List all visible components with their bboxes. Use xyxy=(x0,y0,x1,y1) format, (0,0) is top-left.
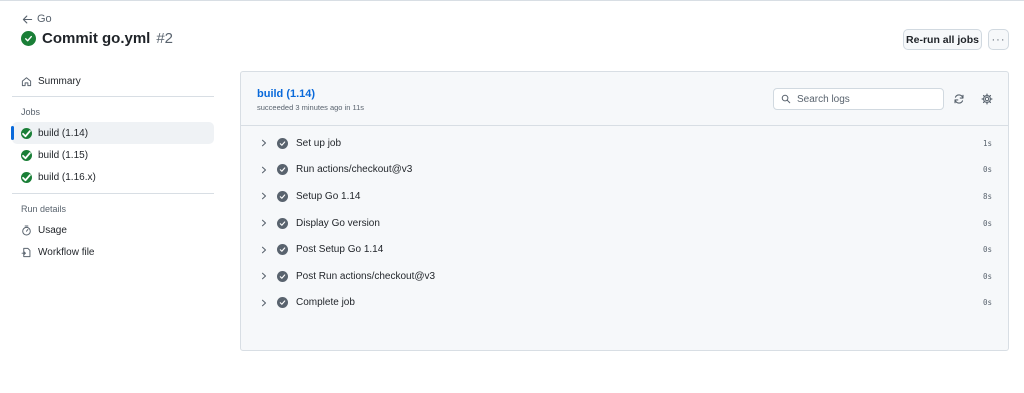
page-title: Commit go.yml xyxy=(42,30,151,47)
check-circle-icon xyxy=(21,31,36,46)
check-circle-icon xyxy=(277,297,288,309)
sidebar-item-label: build (1.16.x) xyxy=(38,171,96,183)
jobs-heading: Jobs xyxy=(21,107,41,117)
settings-button[interactable] xyxy=(979,91,995,107)
run-details-heading: Run details xyxy=(21,204,67,214)
sidebar-item-label: Usage xyxy=(38,224,67,236)
workflow-file-icon xyxy=(21,247,31,257)
chevron-right-icon xyxy=(260,219,268,227)
job-header: build (1.14) succeeded 3 minutes ago in … xyxy=(241,72,1008,126)
top-divider xyxy=(0,0,1024,1)
step-duration: 0s xyxy=(982,218,992,228)
step-duration: 0s xyxy=(982,245,992,255)
step-duration: 0s xyxy=(982,271,992,281)
check-circle-icon xyxy=(21,171,32,183)
sidebar-divider xyxy=(12,96,214,97)
search-logs-input[interactable] xyxy=(797,93,937,105)
check-circle-icon xyxy=(277,270,288,282)
sidebar-item-label: build (1.14) xyxy=(38,127,89,139)
search-logs-field[interactable] xyxy=(773,88,944,110)
run-number: #2 xyxy=(156,30,174,47)
step-duration: 0s xyxy=(982,165,992,175)
sidebar-job-item[interactable]: build (1.16.x) xyxy=(12,166,214,188)
gear-icon xyxy=(981,93,993,105)
step-row[interactable]: Setup Go 1.14 8s xyxy=(241,183,1008,210)
step-name: Setup Go 1.14 xyxy=(296,190,361,202)
sidebar: Summary Jobs build (1.14) build (1.15) b… xyxy=(11,70,214,263)
job-log-panel: build (1.14) succeeded 3 minutes ago in … xyxy=(240,71,1009,351)
sidebar-item-usage[interactable]: Usage xyxy=(12,219,214,241)
step-duration: 1s xyxy=(982,138,992,148)
chevron-right-icon xyxy=(260,139,268,147)
chevron-right-icon xyxy=(260,299,268,307)
step-name: Display Go version xyxy=(296,217,380,229)
back-link[interactable]: Go xyxy=(22,13,52,25)
run-title-row: Commit go.yml #2 xyxy=(21,30,173,47)
check-circle-icon xyxy=(21,127,32,139)
chevron-right-icon xyxy=(260,192,268,200)
step-row[interactable]: Set up job 1s xyxy=(241,130,1008,157)
job-title[interactable]: build (1.14) xyxy=(257,88,315,100)
search-icon xyxy=(781,94,791,104)
step-name: Run actions/checkout@v3 xyxy=(296,164,413,176)
refresh-button[interactable] xyxy=(951,91,967,107)
sidebar-job-item[interactable]: build (1.15) xyxy=(12,144,214,166)
step-name: Complete job xyxy=(296,297,355,309)
rerun-all-jobs-button[interactable]: Re-run all jobs xyxy=(903,29,982,50)
kebab-horizontal-icon: ··· xyxy=(991,33,1006,46)
chevron-right-icon xyxy=(260,272,268,280)
sidebar-item-label: Summary xyxy=(38,75,81,87)
step-row[interactable]: Post Setup Go 1.14 0s xyxy=(241,236,1008,263)
sidebar-item-label: Workflow file xyxy=(38,246,95,258)
sidebar-item-label: build (1.15) xyxy=(38,149,89,161)
chevron-right-icon xyxy=(260,166,268,174)
step-duration: 8s xyxy=(982,191,992,201)
step-name: Post Run actions/checkout@v3 xyxy=(296,270,436,282)
step-name: Set up job xyxy=(296,137,342,149)
sync-icon xyxy=(954,94,964,104)
steps-list: Set up job 1s Run actions/checkout@v3 0s… xyxy=(241,130,1008,316)
arrow-left-icon xyxy=(22,15,33,23)
sidebar-item-workflow-file[interactable]: Workflow file xyxy=(12,241,214,263)
step-row[interactable]: Complete job 0s xyxy=(241,290,1008,317)
sidebar-job-item[interactable]: build (1.14) xyxy=(11,122,214,144)
step-row[interactable]: Post Run actions/checkout@v3 0s xyxy=(241,263,1008,290)
check-circle-icon xyxy=(277,244,288,256)
step-duration: 0s xyxy=(982,298,992,308)
job-status-text: succeeded 3 minutes ago in 11s xyxy=(257,103,365,112)
check-circle-icon xyxy=(21,149,32,161)
step-row[interactable]: Display Go version 0s xyxy=(241,210,1008,237)
step-row[interactable]: Run actions/checkout@v3 0s xyxy=(241,157,1008,184)
home-icon xyxy=(21,76,32,86)
check-circle-icon xyxy=(277,137,288,149)
check-circle-icon xyxy=(277,164,288,176)
sidebar-divider xyxy=(12,193,214,194)
chevron-right-icon xyxy=(260,246,268,254)
check-circle-icon xyxy=(277,217,288,229)
step-name: Post Setup Go 1.14 xyxy=(296,244,384,256)
stopwatch-icon xyxy=(22,225,31,235)
back-link-label: Go xyxy=(37,13,52,25)
more-options-button[interactable]: ··· xyxy=(988,29,1009,50)
sidebar-item-summary[interactable]: Summary xyxy=(12,70,214,92)
check-circle-icon xyxy=(277,190,288,202)
